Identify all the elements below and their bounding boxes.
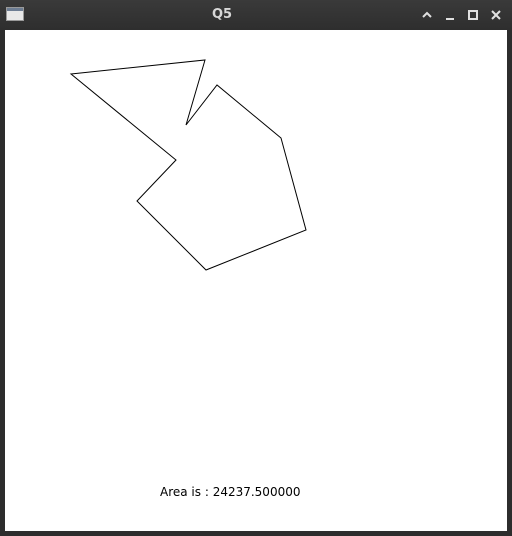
minimize-icon [446,18,454,20]
chevron-up-icon [422,11,432,18]
app-window: Q5 Area is : 24237.500000 [0,0,512,536]
window-title: Q5 [211,7,233,22]
area-result-label: Area is : 24237.500000 [160,485,301,499]
maximize-button[interactable] [465,7,481,23]
polygon-shape [69,59,307,271]
drawing-area: Area is : 24237.500000 [5,30,507,531]
title-bar[interactable]: Q5 [0,0,512,30]
shade-button[interactable] [419,7,435,23]
maximize-icon [468,10,478,20]
drawing-canvas [69,59,307,271]
minimize-button[interactable] [442,7,458,23]
close-icon [491,10,501,20]
close-button[interactable] [488,7,504,23]
